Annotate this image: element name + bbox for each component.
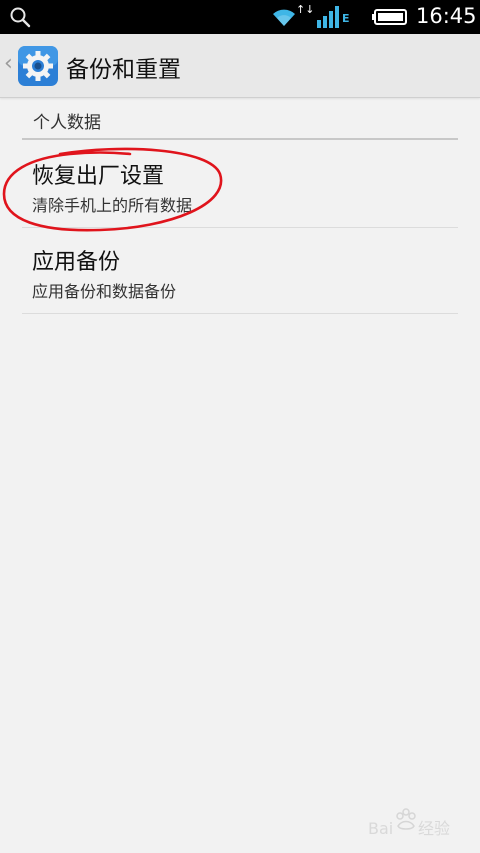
data-arrows-icon: ↑↓	[296, 3, 315, 16]
app-backup-item[interactable]: 应用备份 应用备份和数据备份	[22, 228, 458, 312]
svg-text:经验: 经验	[418, 819, 450, 838]
item-divider	[22, 313, 458, 314]
action-bar: ‹ 备份和重置	[0, 34, 480, 98]
status-bar: ↑↓ E 16:45	[0, 0, 480, 34]
clock: 16:45	[416, 4, 477, 28]
settings-gear-icon[interactable]	[17, 45, 59, 87]
svg-text:Bai: Bai	[368, 819, 393, 838]
page-title: 备份和重置	[66, 57, 181, 83]
signal-icon	[317, 6, 339, 28]
back-chevron-icon[interactable]: ‹	[4, 51, 13, 76]
app-backup-summary: 应用备份和数据备份	[32, 282, 177, 301]
app-backup-title: 应用备份	[32, 250, 121, 275]
section-header: 个人数据	[33, 113, 101, 133]
section-divider	[22, 138, 458, 140]
network-type-label: E	[342, 12, 350, 25]
wifi-icon	[273, 9, 295, 26]
battery-icon	[372, 9, 407, 25]
watermark-logo: Bai 经验	[368, 808, 450, 838]
search-icon[interactable]	[8, 5, 32, 29]
annotation-circle	[2, 147, 223, 232]
